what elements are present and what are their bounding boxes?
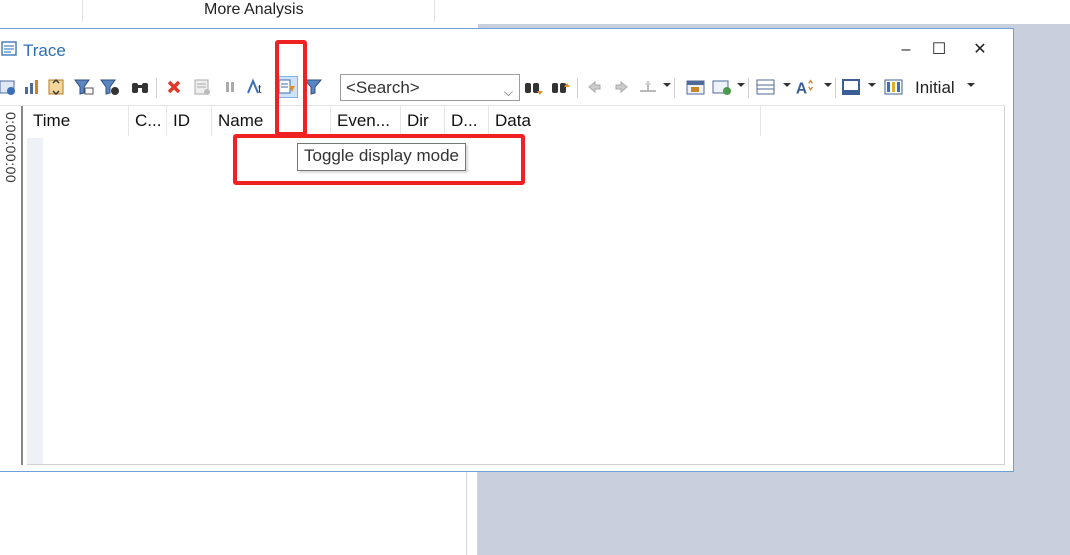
close-button[interactable]: ✕: [965, 38, 995, 62]
forward-arrow-icon[interactable]: [611, 76, 633, 98]
clear-icon[interactable]: [163, 76, 185, 98]
marker-icon[interactable]: [637, 76, 659, 98]
search-input[interactable]: <Search> ⌵: [340, 74, 520, 101]
column-header-id[interactable]: ID: [167, 106, 212, 136]
pause-icon[interactable]: [219, 76, 241, 98]
row-gutter: [27, 138, 43, 465]
column-header-name[interactable]: Name: [212, 106, 278, 136]
title-bar[interactable]: Trace – ☐ ✕: [0, 29, 1013, 71]
filter-node-icon[interactable]: [99, 76, 121, 98]
time-mode-icon[interactable]: t: [245, 76, 267, 98]
chevron-down-icon[interactable]: [663, 83, 671, 87]
font-size-icon[interactable]: A: [795, 76, 817, 98]
toolbar-separator: [835, 78, 836, 98]
column-header-row: Time C... ID Name Even... Dir D... Data: [27, 106, 1005, 136]
time-axis-label: 0:00:00:00: [3, 112, 19, 184]
network-window-icon[interactable]: [711, 76, 733, 98]
message-window-icon[interactable]: [685, 76, 707, 98]
grid-border: [27, 464, 1005, 465]
filter-settings-icon[interactable]: [0, 76, 19, 98]
detail-view-icon[interactable]: [191, 76, 213, 98]
pane-divider: [466, 470, 467, 555]
back-arrow-icon[interactable]: [583, 76, 605, 98]
trace-window-icon: [1, 40, 17, 58]
sort-columns-icon[interactable]: [45, 76, 67, 98]
window-title: Trace: [23, 41, 66, 60]
find-previous-icon[interactable]: [550, 76, 572, 98]
column-header-time[interactable]: Time: [27, 106, 129, 136]
chevron-down-icon[interactable]: [737, 83, 745, 87]
toolbar-separator: [674, 78, 675, 98]
maximize-button[interactable]: ☐: [924, 38, 954, 62]
filter-message-icon[interactable]: [73, 76, 95, 98]
svg-text:A: A: [796, 80, 807, 97]
tab-more-analysis[interactable]: More Analysis: [204, 1, 304, 19]
column-profile-icon[interactable]: [883, 76, 905, 98]
svg-text:t: t: [258, 82, 262, 96]
window-style-icon[interactable]: [841, 76, 863, 98]
pane-divider: [477, 470, 478, 555]
tab-separator: [434, 0, 435, 22]
chevron-down-icon[interactable]: ⌵: [504, 80, 513, 105]
column-header-event-type[interactable]: Even...: [331, 106, 401, 136]
highlight-toolbar-button: [275, 40, 307, 136]
column-profile-label[interactable]: Initial: [915, 78, 955, 98]
column-header-channel[interactable]: C...: [129, 106, 167, 136]
find-next-icon[interactable]: [523, 76, 545, 98]
toolbar-separator: [748, 78, 749, 98]
time-axis-strip: 0:00:00:00: [1, 106, 23, 465]
column-header-dlc[interactable]: D...: [445, 106, 489, 136]
find-binoculars-icon[interactable]: [129, 76, 151, 98]
column-header-data[interactable]: Data: [489, 106, 761, 136]
top-tab-bar: More Analysis: [0, 0, 1070, 24]
chevron-down-icon[interactable]: [967, 83, 975, 87]
chevron-down-icon[interactable]: [868, 83, 876, 87]
toolbar: t <Search> ⌵ A Initial: [0, 73, 1013, 105]
toolbar-separator: [156, 78, 157, 98]
tab-separator: [82, 0, 83, 22]
column-header-dir[interactable]: Dir: [401, 106, 445, 136]
minimize-button[interactable]: –: [891, 38, 921, 62]
statistics-icon[interactable]: [21, 76, 43, 98]
toolbar-separator: [577, 78, 578, 98]
chevron-down-icon[interactable]: [783, 83, 791, 87]
grid-border: [1004, 106, 1005, 465]
search-placeholder: <Search>: [346, 78, 420, 97]
chevron-down-icon[interactable]: [824, 83, 832, 87]
layout-icon[interactable]: [755, 76, 777, 98]
trace-window: Trace – ☐ ✕ t <Search> ⌵ A Initial 0:00:…: [0, 28, 1014, 472]
highlight-tooltip: [233, 134, 525, 185]
